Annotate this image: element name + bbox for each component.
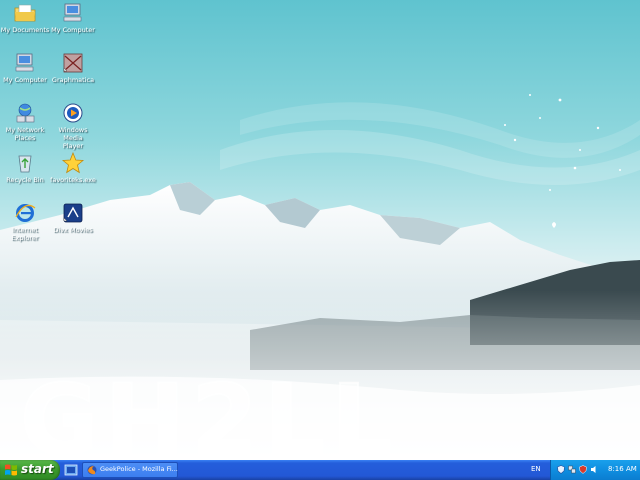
folder-icon [14, 4, 36, 22]
computer-icon [15, 53, 34, 72]
tray-security-icon[interactable] [579, 465, 587, 474]
start-label: start [21, 462, 54, 476]
divx-icon [63, 203, 83, 223]
start-button[interactable]: start [0, 460, 60, 480]
tray-shield-icon[interactable] [557, 465, 565, 474]
taskbar: start GeekPolice - Mozilla Fi... EN 8:16… [0, 460, 640, 480]
desktop[interactable]: GH2LL My Documents My Computer My Comput… [0, 0, 640, 460]
tray-volume-icon[interactable] [590, 465, 598, 474]
desktop-icon-my-network-places[interactable]: My Network Places [0, 102, 50, 142]
desktop-icon-label: My Computer [3, 76, 47, 84]
graph-app-icon [63, 53, 83, 73]
desktop-icon-my-documents[interactable]: My Documents [0, 2, 50, 34]
desktop-icon-graphmatica[interactable]: Graphmatica [48, 52, 98, 84]
desktop-icon-label: Recycle Bin [6, 176, 44, 184]
desktop-icon-label: Divx Movies [53, 226, 93, 234]
taskbar-window-label: GeekPolice - Mozilla Fi... [100, 465, 178, 473]
ie-icon [15, 204, 36, 222]
desktop-icon-label: My Documents [0, 26, 50, 34]
tray-network-icon[interactable] [568, 465, 576, 474]
desktop-icon-label: Internet Explorer [11, 226, 39, 242]
desktop-icon-divx-movies[interactable]: Divx Movies [48, 202, 98, 234]
star-icon [61, 152, 85, 174]
computer-icon [63, 3, 82, 22]
desktop-icon-label: Windows Media Player [58, 126, 88, 150]
desktop-icon-my-computer-2[interactable]: My Computer [0, 52, 50, 84]
firefox-icon [87, 465, 97, 475]
desktop-icon-internet-explorer[interactable]: Internet Explorer [0, 202, 50, 242]
desktop-icon-my-computer[interactable]: My Computer [48, 2, 98, 34]
desktop-icon-label: Graphmatica [51, 76, 95, 84]
system-tray: 8:16 AM [550, 460, 640, 480]
windows-flag-icon [5, 464, 17, 476]
desktop-icon-label: favoriteks.exe [50, 176, 96, 184]
desktop-icon-favoriteks[interactable]: favoriteks.exe [48, 152, 98, 184]
taskbar-window-button-firefox[interactable]: GeekPolice - Mozilla Fi... [82, 462, 178, 478]
media-player-icon [63, 103, 83, 123]
network-icon [16, 103, 35, 123]
recycle-bin-icon [18, 155, 32, 173]
system-clock[interactable]: 8:16 AM [608, 465, 637, 473]
desktop-icon-label: My Computer [51, 26, 95, 34]
show-desktop-icon[interactable] [64, 463, 78, 477]
desktop-icon-label: My Network Places [5, 126, 45, 142]
desktop-icon-recycle-bin[interactable]: Recycle Bin [0, 152, 50, 184]
wallpaper-watermark-text: GH2LL [19, 364, 399, 460]
language-indicator[interactable]: EN [531, 465, 541, 473]
desktop-icon-windows-media-player[interactable]: Windows Media Player [48, 102, 98, 150]
